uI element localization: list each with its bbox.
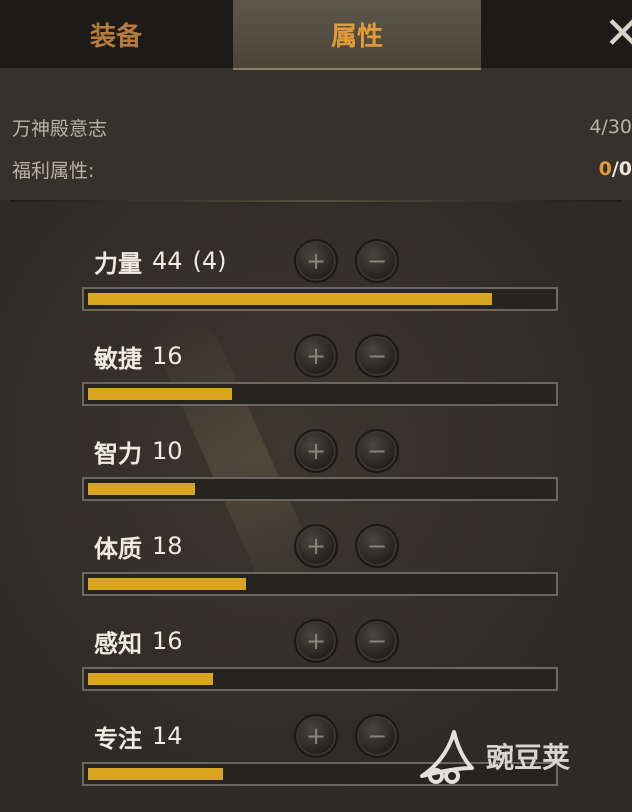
plus-icon: + xyxy=(305,247,327,275)
minus-icon: − xyxy=(366,532,388,560)
decrease-focus-button[interactable]: − xyxy=(355,714,399,758)
pantheon-will-row: 万神殿意志 4/30 xyxy=(12,112,632,142)
watermark: 豌豆荚 xyxy=(414,716,614,796)
close-icon[interactable]: ✕ xyxy=(604,4,632,64)
decrease-intelligence-button[interactable]: − xyxy=(355,429,399,473)
bonus-attribute-value: 0/0 xyxy=(599,158,632,180)
stat-label: 感知 16 xyxy=(94,621,183,661)
wandoujia-logo-icon xyxy=(414,724,478,788)
stat-value: 14 xyxy=(152,722,183,750)
minus-icon: − xyxy=(366,627,388,655)
tab-bar: 装备 属性 ✕ xyxy=(0,0,632,71)
stat-row-strength: 力量 44 (4) + − xyxy=(0,239,632,331)
increase-perception-button[interactable]: + xyxy=(294,619,338,663)
stat-row-perception: 感知 16 + − xyxy=(0,619,632,711)
stat-name: 专注 xyxy=(94,724,142,753)
plus-icon: + xyxy=(305,437,327,465)
stat-bonus: (4) xyxy=(192,247,227,275)
progress-fill xyxy=(88,388,232,400)
plus-icon: + xyxy=(305,627,327,655)
tab-attributes[interactable]: 属性 xyxy=(233,0,481,71)
bonus-attribute-row: 福利属性: 0/0 xyxy=(12,154,632,184)
stat-label: 敏捷 16 xyxy=(94,336,183,376)
strength-progress-bar xyxy=(82,287,558,311)
progress-fill xyxy=(88,578,246,590)
decrease-agility-button[interactable]: − xyxy=(355,334,399,378)
increase-strength-button[interactable]: + xyxy=(294,239,338,283)
stat-value: 10 xyxy=(152,437,183,465)
bonus-separator: / xyxy=(611,158,619,180)
watermark-text: 豌豆荚 xyxy=(486,741,571,774)
intelligence-progress-bar xyxy=(82,477,558,501)
plus-icon: + xyxy=(305,532,327,560)
increase-constitution-button[interactable]: + xyxy=(294,524,338,568)
progress-fill xyxy=(88,768,223,780)
stat-value: 16 xyxy=(152,627,183,655)
minus-icon: − xyxy=(366,342,388,370)
minus-icon: − xyxy=(366,247,388,275)
stat-name: 敏捷 xyxy=(94,344,142,373)
decrease-strength-button[interactable]: − xyxy=(355,239,399,283)
stat-row-intelligence: 智力 10 + − xyxy=(0,429,632,521)
bonus-current: 0 xyxy=(598,158,612,180)
stat-value: 18 xyxy=(152,532,183,560)
stat-label: 体质 18 xyxy=(94,526,183,566)
stat-name: 体质 xyxy=(94,534,142,563)
decrease-perception-button[interactable]: − xyxy=(355,619,399,663)
increase-intelligence-button[interactable]: + xyxy=(294,429,338,473)
stat-row-agility: 敏捷 16 + − xyxy=(0,334,632,426)
progress-fill xyxy=(88,673,213,685)
stat-name: 智力 xyxy=(94,439,142,468)
constitution-progress-bar xyxy=(82,572,558,596)
stat-value: 44 xyxy=(152,247,183,275)
stat-label: 专注 14 xyxy=(94,716,183,756)
stat-name: 感知 xyxy=(94,629,142,658)
minus-icon: − xyxy=(366,722,388,750)
plus-icon: + xyxy=(305,722,327,750)
bonus-attribute-label: 福利属性: xyxy=(12,159,95,182)
plus-icon: + xyxy=(305,342,327,370)
stat-label: 力量 44 (4) xyxy=(94,241,227,281)
perception-progress-bar xyxy=(82,667,558,691)
decrease-constitution-button[interactable]: − xyxy=(355,524,399,568)
pantheon-will-label: 万神殿意志 xyxy=(12,117,108,140)
minus-icon: − xyxy=(366,437,388,465)
stat-name: 力量 xyxy=(94,249,142,278)
info-panel: 万神殿意志 4/30 福利属性: 0/0 xyxy=(0,70,632,200)
increase-focus-button[interactable]: + xyxy=(294,714,338,758)
stat-row-constitution: 体质 18 + − xyxy=(0,524,632,616)
increase-agility-button[interactable]: + xyxy=(294,334,338,378)
stat-value: 16 xyxy=(152,342,183,370)
agility-progress-bar xyxy=(82,382,558,406)
bonus-max: 0 xyxy=(618,158,632,180)
pantheon-will-value: 4/30 xyxy=(589,116,632,138)
progress-fill xyxy=(88,483,195,495)
stat-label: 智力 10 xyxy=(94,431,183,471)
tab-equipment[interactable]: 装备 xyxy=(0,0,232,68)
progress-fill xyxy=(88,293,492,305)
divider xyxy=(10,200,622,202)
